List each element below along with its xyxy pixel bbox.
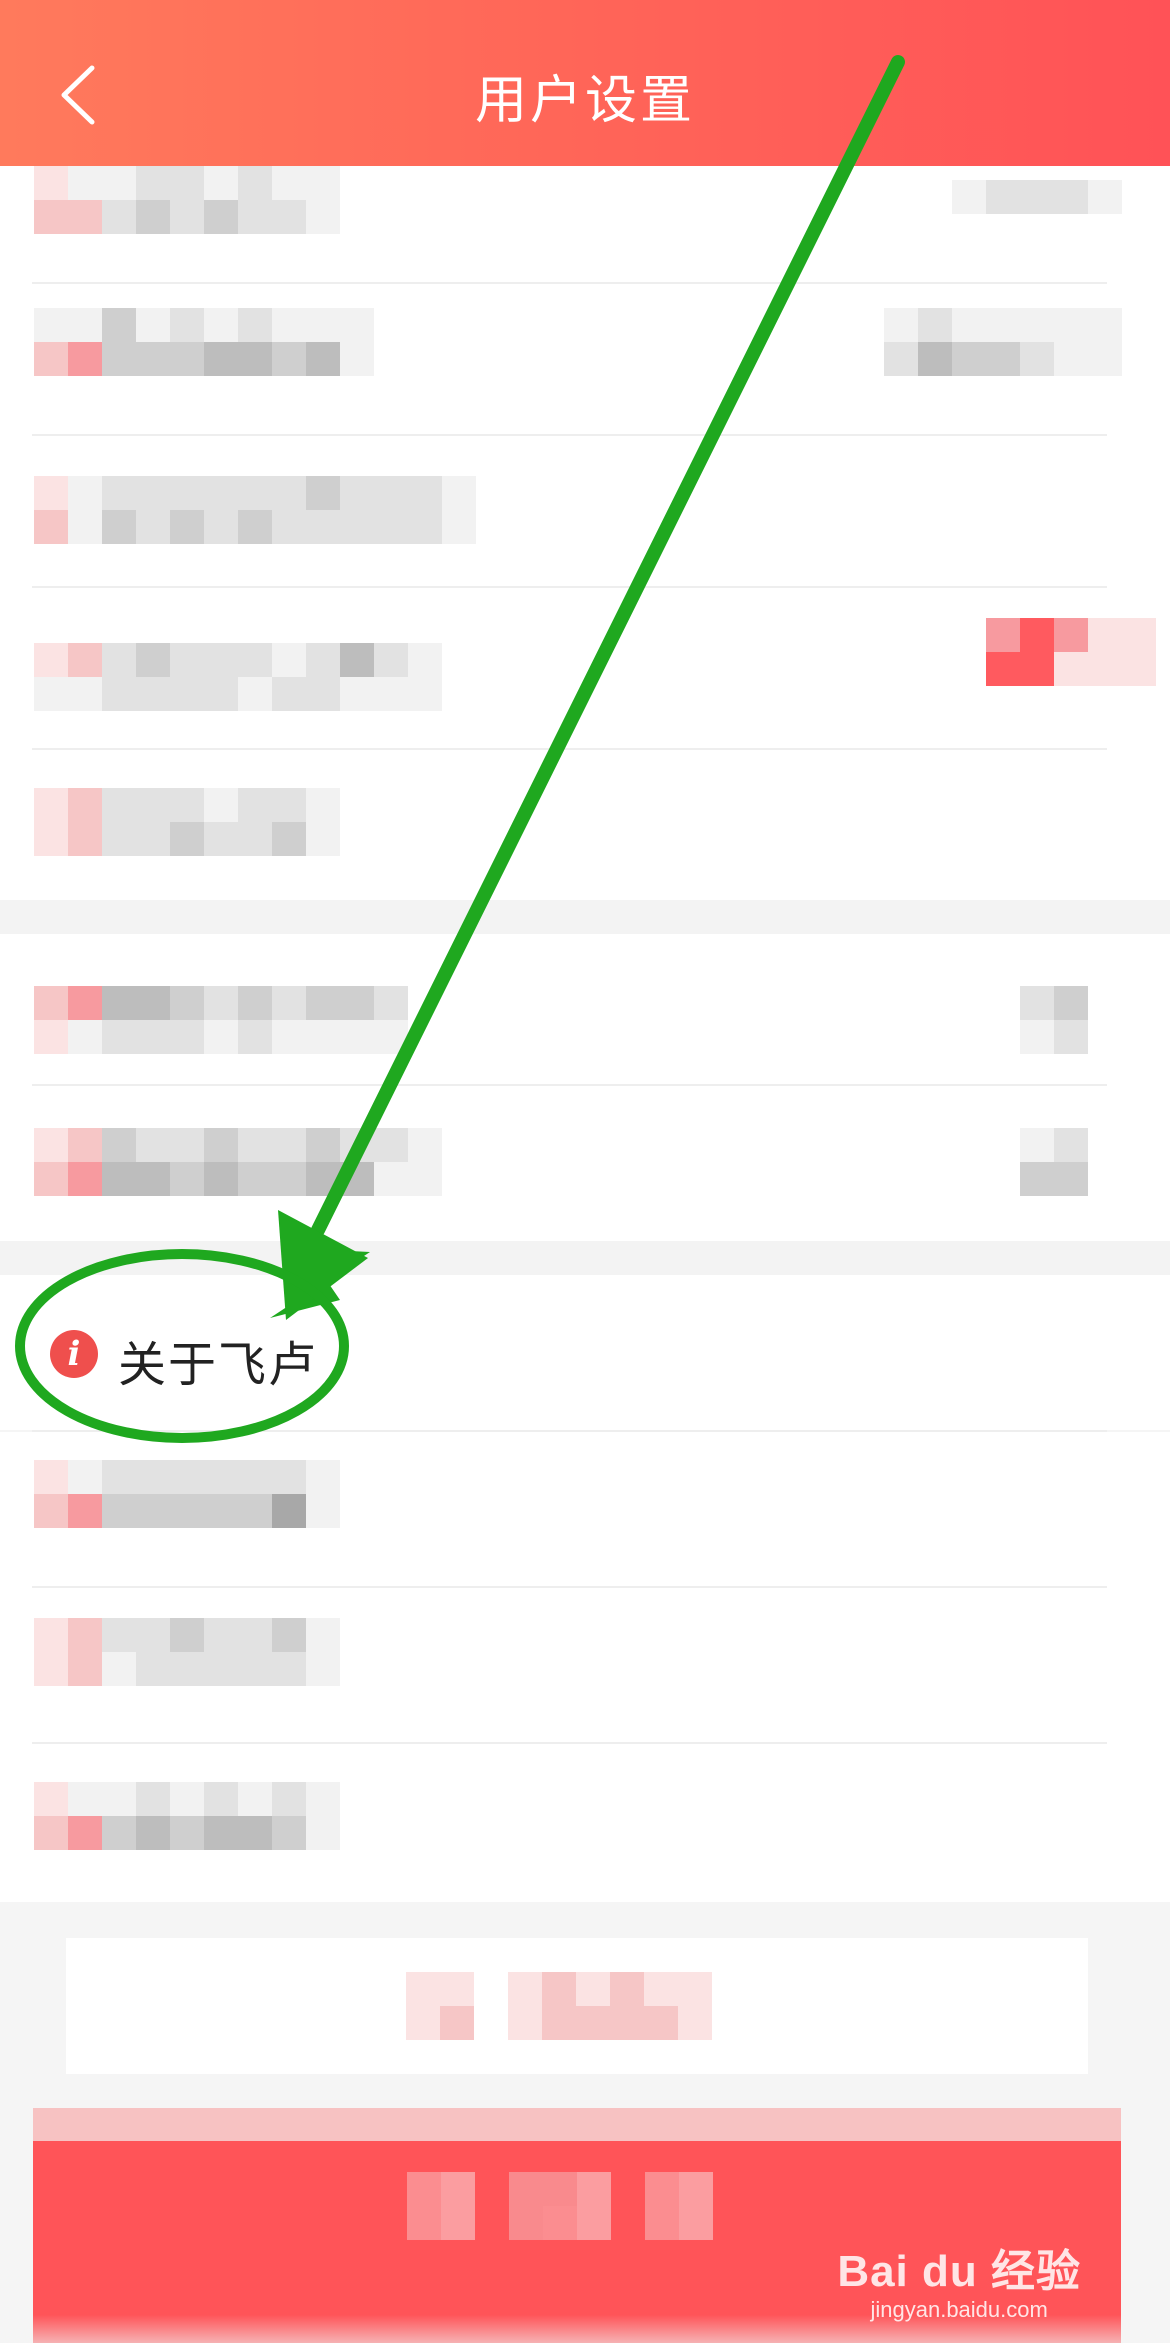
settings-row-9[interactable] — [0, 1432, 1170, 1586]
redacted-value — [884, 308, 1122, 376]
redacted-label — [34, 1128, 442, 1196]
redacted-value — [1020, 986, 1088, 1054]
settings-row-2[interactable] — [0, 284, 1170, 434]
redacted-button-label — [645, 2172, 713, 2240]
redacted-button-label — [407, 2172, 611, 2240]
about-feilu-label: 关于飞卢 — [118, 1339, 319, 1392]
section-gap — [0, 1241, 1170, 1275]
redacted-label — [34, 1618, 340, 1686]
redacted-label — [34, 166, 340, 234]
redacted-value — [952, 180, 1122, 214]
settings-row-6[interactable] — [0, 934, 1170, 1084]
redacted-label — [34, 1460, 340, 1528]
secondary-button[interactable] — [66, 1938, 1088, 2074]
settings-row-4[interactable] — [0, 588, 1170, 748]
watermark-site: jingyan.baidu.com — [870, 2297, 1048, 2322]
redacted-label — [34, 1782, 340, 1850]
primary-button[interactable]: Bai du 经验 jingyan.baidu.com — [33, 2108, 1121, 2343]
redacted-button-label — [406, 1972, 746, 2040]
redacted-toggle[interactable] — [986, 618, 1156, 686]
settings-list-lower — [0, 1432, 1170, 1902]
settings-row-11[interactable] — [0, 1744, 1170, 1900]
redacted-value — [1020, 1128, 1088, 1196]
redacted-label — [34, 308, 374, 376]
redacted-label — [34, 643, 442, 711]
watermark-brand: Bai du 经验 — [837, 2247, 1081, 2296]
settings-row-10[interactable] — [0, 1588, 1170, 1742]
settings-row-7[interactable] — [0, 1086, 1170, 1241]
section-gap — [0, 900, 1170, 934]
page-title: 用户设置 — [474, 72, 695, 130]
info-icon: i — [50, 1330, 98, 1378]
baidu-jingyan-watermark: Bai du 经验 jingyan.baidu.com — [837, 2235, 1081, 2323]
settings-row-3[interactable] — [0, 436, 1170, 586]
settings-list — [0, 166, 1170, 1241]
header-bar: 用户设置 — [0, 0, 1170, 166]
settings-row-1[interactable] — [0, 166, 1170, 282]
redacted-label — [34, 788, 340, 856]
about-feilu-row[interactable]: i 关于飞卢 — [0, 1275, 1170, 1430]
redacted-label — [34, 986, 408, 1054]
redacted-label — [34, 476, 476, 544]
settings-row-5[interactable] — [0, 750, 1170, 900]
